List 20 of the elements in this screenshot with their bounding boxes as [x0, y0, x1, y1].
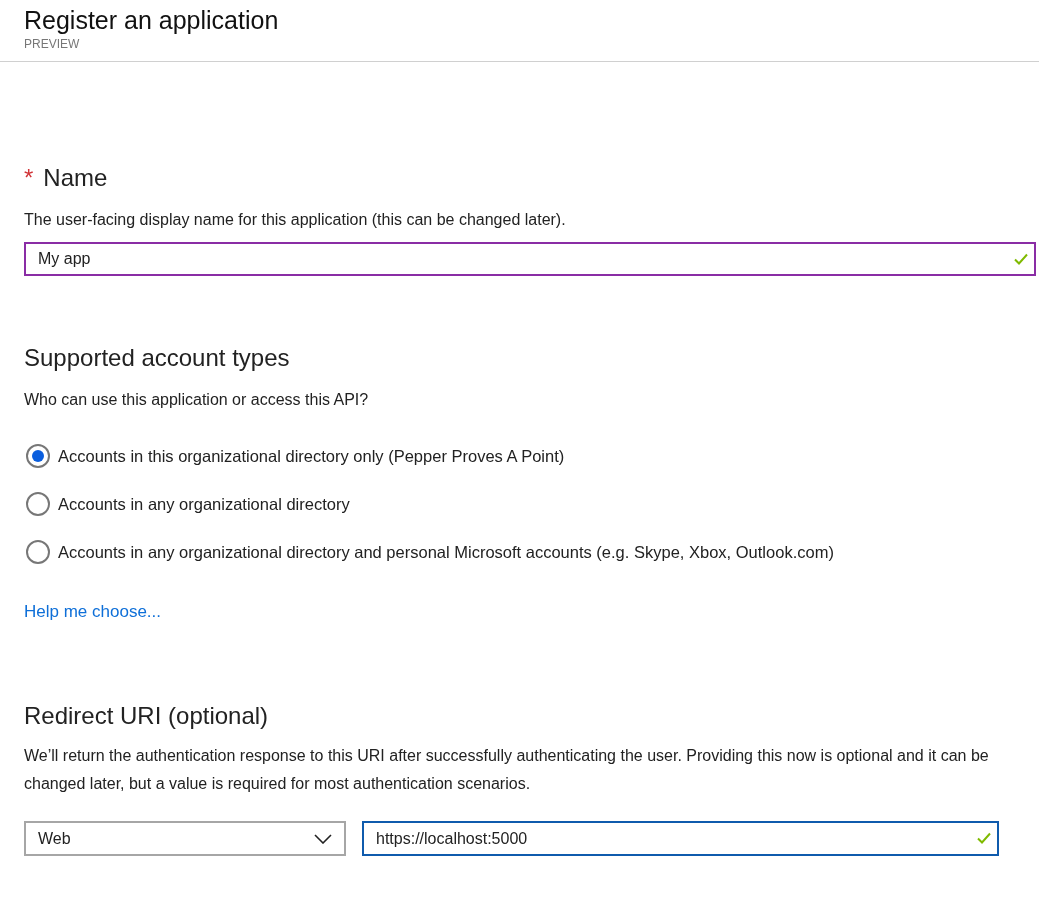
name-field[interactable]: My app — [24, 242, 1036, 276]
field-description: The user-facing display name for this application (this can be changed later). — [24, 210, 567, 230]
required-asterisk: * — [24, 164, 34, 191]
section-description: We’ll return the authentication response to this URI after successfully authenticating the user. Providing this now is optional and it can be changed later, but a value is required for most authentication scenarios. — [24, 746, 990, 794]
radio-label[interactable]: Accounts in any organizational directory and personal Microsoft accounts (e.g. Skype, Xbox, Outlook.com) — [58, 542, 834, 562]
radio-button[interactable] — [26, 444, 50, 468]
help-link[interactable]: Help me choose... — [24, 602, 161, 622]
uri-field[interactable]: https://localhost:5000 — [362, 821, 999, 856]
radio-label[interactable]: Accounts in this organizational directory only (Pepper Proves A Point) — [58, 446, 565, 466]
platform-dropdown[interactable]: Web — [24, 821, 346, 856]
radio-label[interactable]: Accounts in any organizational directory — [58, 494, 350, 514]
section-heading: Redirect URI (optional) — [24, 701, 270, 731]
section-heading: Name — [43, 164, 108, 191]
section-question: Who can use this application or access this API? — [24, 390, 370, 410]
chevron-down-icon — [314, 833, 332, 844]
radio-button[interactable] — [26, 540, 50, 564]
preview-label: PREVIEW — [24, 36, 81, 52]
page-title: Register an application — [24, 5, 280, 36]
radio-button[interactable] — [26, 492, 50, 516]
section-heading: Supported account types — [24, 343, 291, 373]
